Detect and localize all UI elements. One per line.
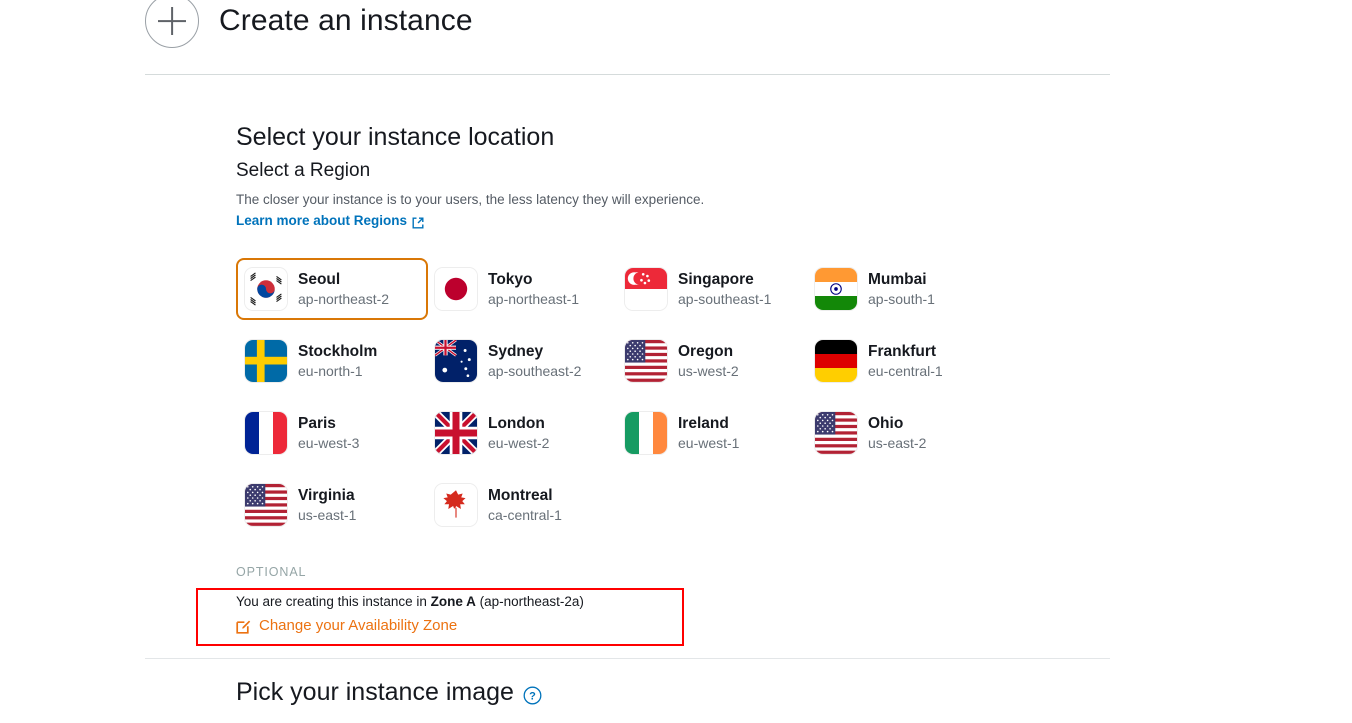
flag-icon-us [814,411,858,455]
flag-icon-ca [434,483,478,527]
instance-location-section: Select your instance location Select a R… [236,120,1136,230]
change-availability-zone-link[interactable]: Change your Availability Zone [236,615,457,637]
region-name: Seoul [298,270,341,288]
region-text: Mumbai ap-south-1 [868,270,935,309]
plus-circle-icon [145,0,199,48]
region-name: Singapore [678,270,754,288]
region-code: us-east-1 [298,506,357,523]
region-text: Montreal ca-central-1 [488,486,562,525]
flag-icon-jp [434,267,478,311]
region-name: London [488,414,545,432]
region-card-ap-southeast-2[interactable]: Sydney ap-southeast-2 [426,330,618,392]
region-card-eu-west-3[interactable]: Paris eu-west-3 [236,402,428,464]
optional-label: OPTIONAL [236,565,307,579]
region-code: ca-central-1 [488,506,562,523]
learn-more-regions-link[interactable]: Learn more about Regions [236,211,424,230]
region-code: ap-northeast-2 [298,290,390,307]
flag-icon-gb [434,411,478,455]
edit-pencil-icon [236,618,252,634]
region-card-eu-north-1[interactable]: Stockholm eu-north-1 [236,330,428,392]
external-link-icon [412,215,424,228]
flag-icon-de [814,339,858,383]
region-code: eu-central-1 [868,362,943,379]
flag-icon-au [434,339,478,383]
region-name: Ireland [678,414,729,432]
region-card-eu-central-1[interactable]: Frankfurt eu-central-1 [806,330,998,392]
region-code: ap-southeast-1 [678,290,772,307]
region-name: Frankfurt [868,342,937,360]
region-code: us-west-2 [678,362,739,379]
region-code: us-east-2 [868,434,927,451]
flag-icon-kr [244,267,288,311]
header-divider [145,74,1110,75]
section-divider [145,658,1110,659]
region-text: Tokyo ap-northeast-1 [488,270,579,309]
az-zone-code: (ap-northeast-2a) [475,594,584,609]
region-name: Oregon [678,342,734,360]
change-az-label: Change your Availability Zone [259,617,458,634]
page-header: Create an instance [145,0,473,48]
region-text: Paris eu-west-3 [298,414,359,453]
region-code: eu-west-1 [678,434,740,451]
create-instance-page: Create an instance Select your instance … [0,0,1352,723]
availability-zone-block: You are creating this instance in Zone A… [236,592,706,639]
flag-icon-us [244,483,288,527]
region-text: Stockholm eu-north-1 [298,342,377,381]
flag-icon-us [624,339,668,383]
region-text: London eu-west-2 [488,414,549,453]
region-name: Paris [298,414,336,432]
region-text: Virginia us-east-1 [298,486,356,525]
flag-icon-sg [624,267,668,311]
region-card-us-east-1[interactable]: Virginia us-east-1 [236,474,428,536]
region-card-eu-west-1[interactable]: Ireland eu-west-1 [616,402,808,464]
region-text: Ireland eu-west-1 [678,414,739,453]
region-code: ap-northeast-1 [488,290,580,307]
az-text-prefix: You are creating this instance in [236,594,431,609]
region-card-ap-northeast-1[interactable]: Tokyo ap-northeast-1 [426,258,618,320]
pick-image-label: Pick your instance image [236,678,514,706]
region-name: Sydney [488,342,544,360]
region-name: Tokyo [488,270,533,288]
region-card-eu-west-2[interactable]: London eu-west-2 [426,402,618,464]
section-title: Select your instance location [236,123,555,151]
region-card-ca-central-1[interactable]: Montreal ca-central-1 [426,474,618,536]
instance-image-section-title: Pick your instance image ? [236,678,542,707]
region-text: Seoul ap-northeast-2 [298,270,389,309]
region-card-ap-south-1[interactable]: Mumbai ap-south-1 [806,258,998,320]
az-zone-name: Zone A [430,594,476,609]
region-text: Sydney ap-southeast-2 [488,342,581,381]
region-grid: Seoul ap-northeast-2 Tokyo ap-northeast-1 S… [236,258,996,546]
region-name: Virginia [298,486,355,504]
question-mark-circle-icon[interactable]: ? [523,683,542,705]
section-subtitle: Select a Region [236,160,371,181]
region-name: Montreal [488,486,553,504]
region-text: Singapore ap-southeast-1 [678,270,771,309]
region-name: Stockholm [298,342,378,360]
flag-icon-se [244,339,288,383]
flag-icon-in [814,267,858,311]
learn-more-label: Learn more about Regions [236,213,408,228]
region-text: Ohio us-east-2 [868,414,926,453]
region-name: Ohio [868,414,904,432]
region-text: Frankfurt eu-central-1 [868,342,943,381]
region-card-us-west-2[interactable]: Oregon us-west-2 [616,330,808,392]
svg-text:?: ? [529,691,536,703]
region-name: Mumbai [868,270,927,288]
page-title: Create an instance [219,4,473,37]
region-code: eu-north-1 [298,362,363,379]
availability-zone-text: You are creating this instance in Zone A… [236,592,706,612]
region-card-ap-southeast-1[interactable]: Singapore ap-southeast-1 [616,258,808,320]
flag-icon-fr [244,411,288,455]
region-code: ap-southeast-2 [488,362,582,379]
region-text: Oregon us-west-2 [678,342,739,381]
region-code: ap-south-1 [868,290,935,307]
section-description: The closer your instance is to your user… [236,192,705,207]
region-code: eu-west-3 [298,434,360,451]
region-card-us-east-2[interactable]: Ohio us-east-2 [806,402,998,464]
region-card-ap-northeast-2[interactable]: Seoul ap-northeast-2 [236,258,428,320]
region-code: eu-west-2 [488,434,550,451]
flag-icon-ie [624,411,668,455]
